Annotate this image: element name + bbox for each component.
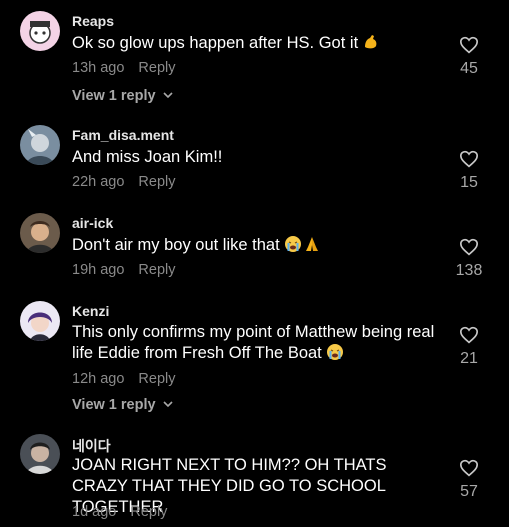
- view-replies-button[interactable]: View 1 reply: [72, 397, 174, 413]
- heart-icon: [459, 459, 479, 477]
- comment-time: 19h ago: [72, 262, 125, 278]
- heart-icon: [459, 150, 479, 168]
- heart-icon: [459, 326, 479, 344]
- comment-time: 13h ago: [72, 60, 125, 76]
- like-count: 45: [460, 60, 478, 77]
- username[interactable]: Reaps: [72, 13, 114, 29]
- comment-text: This only confirms my point of Matthew b…: [72, 322, 454, 364]
- comment-meta: 1d ago Reply: [72, 504, 167, 520]
- comment-time: 1d ago: [72, 504, 117, 520]
- comment-meta: 19h ago Reply: [72, 262, 176, 278]
- heart-icon: [459, 36, 479, 54]
- avatar[interactable]: [20, 125, 60, 165]
- reply-button[interactable]: Reply: [138, 60, 175, 76]
- username[interactable]: 네이다: [72, 436, 111, 456]
- comment-time: 12h ago: [72, 371, 125, 387]
- folded-hands-icon: [303, 235, 321, 253]
- comment-text-content: This only confirms my point of Matthew b…: [72, 323, 435, 362]
- chevron-down-icon: [162, 92, 173, 99]
- loudly-crying-face-icon: [326, 343, 344, 361]
- comment-text: And miss Joan Kim!!: [72, 148, 223, 166]
- like-count: 15: [460, 174, 478, 191]
- avatar[interactable]: [20, 11, 60, 51]
- reply-button[interactable]: Reply: [138, 262, 175, 278]
- reply-button[interactable]: Reply: [138, 371, 175, 387]
- chevron-down-icon: [162, 401, 173, 408]
- username[interactable]: Kenzi: [72, 303, 109, 319]
- like-count: 57: [460, 483, 478, 500]
- like-button[interactable]: 138: [449, 238, 489, 280]
- comment-meta: 12h ago Reply: [72, 371, 176, 387]
- flexed-biceps-icon: [362, 33, 380, 51]
- reply-button[interactable]: Reply: [130, 504, 167, 520]
- comment-text: Ok so glow ups happen after HS. Got it: [72, 33, 452, 54]
- comment-meta: 13h ago Reply: [72, 60, 176, 76]
- like-button[interactable]: 15: [449, 150, 489, 192]
- comment-text-content: Don't air my boy out like that: [72, 236, 280, 254]
- view-replies-label: View 1 reply: [72, 88, 156, 104]
- view-replies-button[interactable]: View 1 reply: [72, 88, 174, 104]
- comment-time: 22h ago: [72, 174, 125, 190]
- avatar[interactable]: [20, 301, 60, 341]
- comment-text-content: Ok so glow ups happen after HS. Got it: [72, 34, 359, 52]
- avatar[interactable]: [20, 434, 60, 474]
- like-count: 21: [460, 350, 478, 367]
- view-replies-label: View 1 reply: [72, 397, 156, 413]
- like-count: 138: [455, 262, 483, 279]
- like-button[interactable]: 21: [449, 326, 489, 368]
- username[interactable]: air-ick: [72, 215, 113, 231]
- username[interactable]: Fam_disa.ment: [72, 127, 174, 143]
- reply-button[interactable]: Reply: [138, 174, 175, 190]
- loudly-crying-face-icon: [284, 235, 302, 253]
- like-button[interactable]: 57: [449, 459, 489, 501]
- heart-icon: [459, 238, 479, 256]
- comment-text: Don't air my boy out like that: [72, 235, 452, 256]
- comment-meta: 22h ago Reply: [72, 174, 176, 190]
- like-button[interactable]: 45: [449, 36, 489, 78]
- avatar[interactable]: [20, 213, 60, 253]
